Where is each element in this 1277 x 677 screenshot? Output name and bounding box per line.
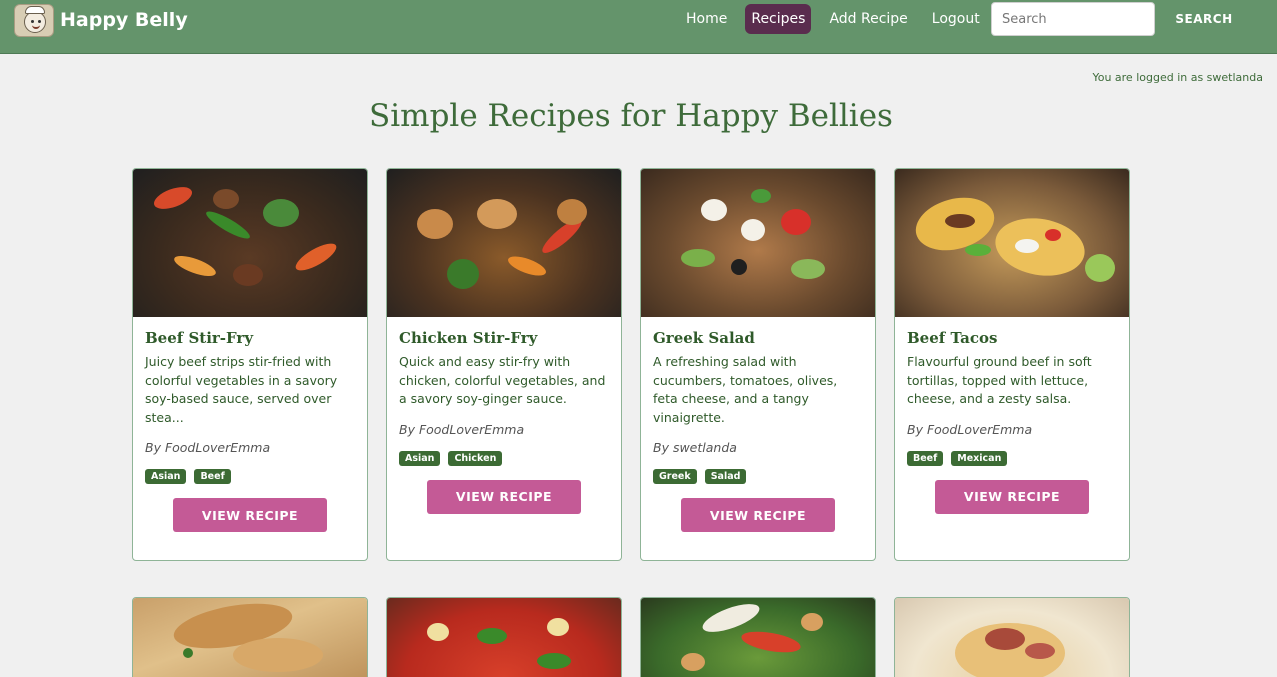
- recipe-author: By swetlanda: [653, 440, 737, 455]
- nav-logout[interactable]: Logout: [926, 4, 986, 34]
- tag: Beef: [907, 450, 944, 466]
- recipe-image: [641, 598, 875, 677]
- view-recipe-button[interactable]: VIEW RECIPE: [173, 498, 327, 532]
- recipe-image: [387, 169, 621, 317]
- recipe-title: Beef Tacos: [907, 329, 998, 347]
- recipe-image: [387, 598, 621, 677]
- recipe-card: [640, 597, 876, 677]
- tag: Mexican: [951, 450, 1008, 466]
- recipe-image: [133, 598, 367, 677]
- search-button[interactable]: SEARCH: [1166, 4, 1242, 34]
- nav-add-recipe[interactable]: Add Recipe: [823, 4, 913, 34]
- tag: Chicken: [448, 450, 503, 466]
- brand-name[interactable]: Happy Belly: [60, 9, 188, 31]
- recipe-image: [895, 169, 1129, 317]
- recipe-author: By FoodLoverEmma: [907, 421, 1033, 437]
- recipe-description: A refreshing salad with cucumbers, tomat…: [653, 354, 838, 425]
- recipe-image: [895, 598, 1129, 677]
- recipe-title: Beef Stir-Fry: [145, 329, 254, 347]
- recipe-author: By FoodLoverEmma: [399, 421, 525, 437]
- nav-home[interactable]: Home: [680, 4, 733, 34]
- recipe-tags: Asian Beef: [145, 469, 355, 484]
- search-input[interactable]: [991, 2, 1155, 36]
- recipe-card: Greek Salad A refreshing salad with cucu…: [640, 168, 876, 561]
- tag: Asian: [399, 450, 441, 466]
- nav-recipes[interactable]: Recipes: [745, 4, 812, 34]
- view-recipe-button[interactable]: VIEW RECIPE: [935, 479, 1089, 514]
- brand[interactable]: Happy Belly: [14, 3, 188, 37]
- page-title: Simple Recipes for Happy Bellies: [369, 98, 893, 134]
- navbar: Happy Belly Home Recipes Add Recipe Logo…: [0, 0, 1277, 54]
- recipe-title: Greek Salad: [653, 329, 755, 347]
- recipe-description: Quick and easy stir-fry with chicken, co…: [399, 354, 606, 406]
- tag: Greek: [653, 469, 697, 484]
- recipe-title: Chicken Stir-Fry: [399, 329, 538, 347]
- recipe-description: Flavourful ground beef in soft tortillas…: [907, 354, 1092, 406]
- tag: Asian: [145, 469, 187, 484]
- recipe-description: Juicy beef strips stir-fried with colorf…: [145, 354, 338, 425]
- recipe-card: [386, 597, 622, 677]
- view-recipe-button[interactable]: VIEW RECIPE: [427, 479, 581, 514]
- recipe-image: [641, 169, 875, 317]
- recipe-tags: Asian Chicken: [399, 450, 609, 466]
- chef-logo-icon: [14, 3, 54, 37]
- nav-links: Home Recipes Add Recipe Logout: [680, 3, 998, 35]
- recipe-card: Chicken Stir-Fry Quick and easy stir-fry…: [386, 168, 622, 561]
- recipe-author: By FoodLoverEmma: [145, 440, 271, 455]
- login-status: You are logged in as swetlanda: [1092, 71, 1263, 84]
- recipe-image: [133, 169, 367, 317]
- recipe-card: Beef Stir-Fry Juicy beef strips stir-fri…: [132, 168, 368, 561]
- view-recipe-button[interactable]: VIEW RECIPE: [681, 498, 835, 532]
- tag: Salad: [704, 469, 747, 484]
- tag: Beef: [194, 469, 231, 484]
- recipe-tags: Greek Salad: [653, 469, 863, 484]
- recipe-card: Beef Tacos Flavourful ground beef in sof…: [894, 168, 1130, 561]
- recipe-tags: Beef Mexican: [907, 450, 1117, 466]
- recipe-card: [132, 597, 368, 677]
- recipe-card: [894, 597, 1130, 677]
